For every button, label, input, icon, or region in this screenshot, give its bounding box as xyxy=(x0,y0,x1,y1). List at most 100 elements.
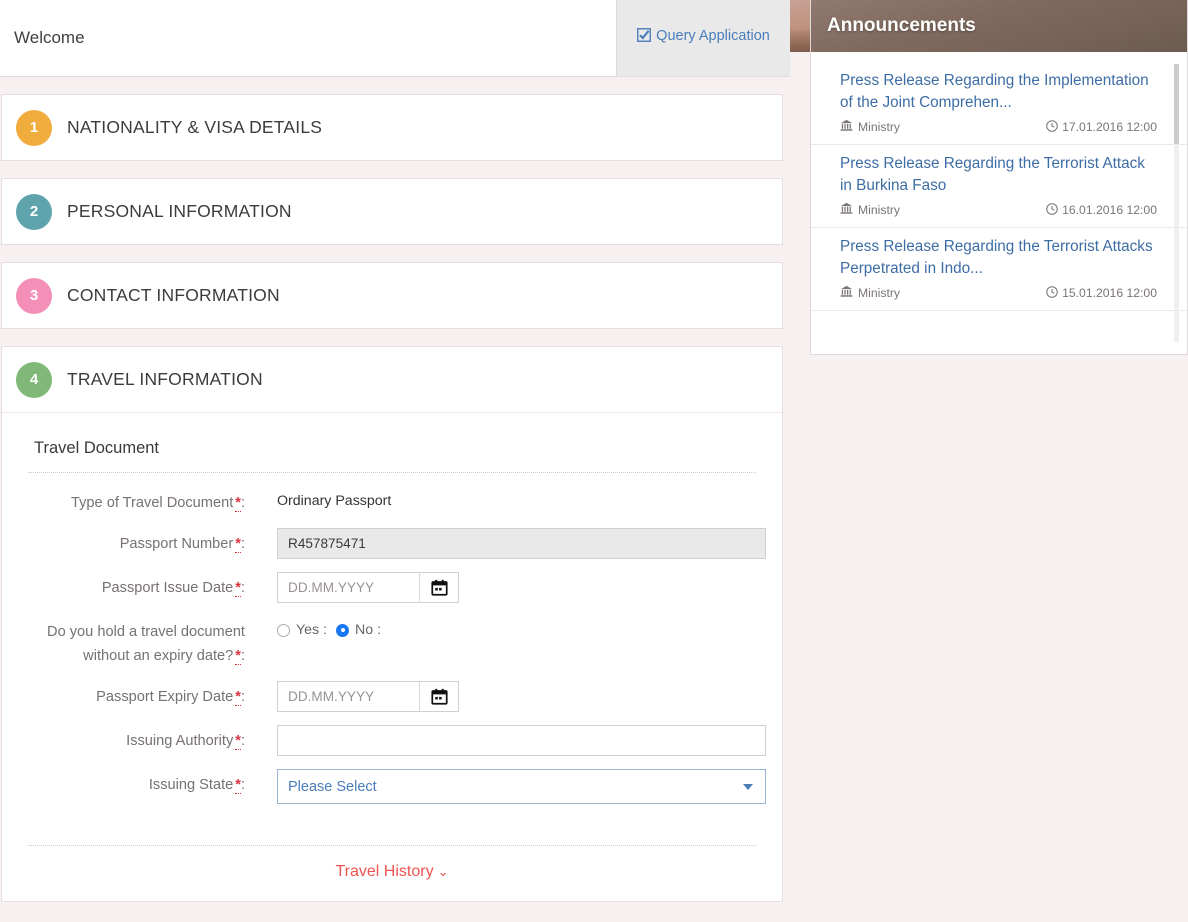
announcement-source-label: Ministry xyxy=(858,286,900,300)
main-content-column: Welcome Query Application 1 NATIONALITY … xyxy=(0,0,790,922)
section-title-4: TRAVEL INFORMATION xyxy=(67,369,263,389)
announcement-source: Ministry xyxy=(840,202,900,218)
section-title-3: CONTACT INFORMATION xyxy=(67,285,280,305)
issuing-authority-input[interactable] xyxy=(277,725,766,756)
welcome-bar: Welcome Query Application xyxy=(0,0,790,77)
travel-document-subtitle: Travel Document xyxy=(34,439,160,457)
label-colon: : xyxy=(240,733,245,749)
clock-icon xyxy=(1046,202,1058,218)
label-text: Issuing State xyxy=(148,777,234,793)
label-text-line-1: Do you hold a travel document xyxy=(47,624,245,640)
section-card-personal-information: 2 PERSONAL INFORMATION xyxy=(1,178,783,245)
label-type-of-travel-document: Type of Travel Document *: xyxy=(2,487,255,515)
announcement-source-label: Ministry xyxy=(858,203,900,217)
announcement-meta: Ministry 15.01.2016 12:00 xyxy=(840,285,1157,301)
radio-yes-label: Yes : xyxy=(296,622,328,638)
tab-query-application-label: Query Application xyxy=(656,28,770,44)
announcement-source-label: Ministry xyxy=(858,120,900,134)
travel-history-toggle[interactable]: Travel History ⌄ xyxy=(2,846,782,901)
field-issuing-state: Please Select xyxy=(255,769,782,804)
label-colon: : xyxy=(240,495,245,511)
section-header-nationality-visa-details[interactable]: 1 NATIONALITY & VISA DETAILS xyxy=(2,95,782,160)
announcement-date-label: 15.01.2016 12:00 xyxy=(1062,286,1157,300)
bank-icon xyxy=(840,285,853,301)
label-text: Passport Expiry Date xyxy=(96,689,234,705)
label-colon: : xyxy=(240,536,245,552)
field-row-passport-number: Passport Number *: xyxy=(2,528,782,559)
announcement-source: Ministry xyxy=(840,285,900,301)
field-row-issuing-state: Issuing State *: Please Select xyxy=(2,769,782,804)
clock-icon xyxy=(1046,285,1058,301)
section-number-badge-4: 4 xyxy=(16,361,52,398)
clock-icon xyxy=(1046,119,1058,135)
label-colon: : xyxy=(240,777,245,793)
label-text: Type of Travel Document xyxy=(71,495,234,511)
section-title-1: NATIONALITY & VISA DETAILS xyxy=(67,117,323,137)
section-header-travel-information[interactable]: 4 TRAVEL INFORMATION xyxy=(2,347,782,412)
section-number-badge-3: 3 xyxy=(16,277,52,314)
issuing-state-select[interactable]: Please Select xyxy=(277,769,766,804)
section-card-contact-information: 3 CONTACT INFORMATION xyxy=(1,262,783,329)
chevron-down-icon xyxy=(743,783,753,790)
date-input-group xyxy=(277,681,459,712)
field-row-type-of-travel-document: Type of Travel Document *: Ordinary Passp… xyxy=(2,487,782,515)
tab-query-application[interactable]: Query Application xyxy=(617,0,790,76)
section-card-travel-information: 4 TRAVEL INFORMATION Travel Document Typ… xyxy=(1,346,783,902)
field-row-issuing-authority: Issuing Authority *: xyxy=(2,725,782,756)
label-text: Passport Issue Date xyxy=(101,580,234,596)
announcements-panel: Announcements Press Release Regarding th… xyxy=(810,0,1188,355)
announcement-date: 16.01.2016 12:00 xyxy=(1046,202,1157,218)
field-passport-expiry-date xyxy=(255,681,782,712)
radio-yes[interactable] xyxy=(277,623,290,637)
label-colon: : xyxy=(240,580,245,596)
radio-no[interactable] xyxy=(336,623,350,637)
label-passport-number: Passport Number *: xyxy=(2,528,255,556)
field-passport-issue-date xyxy=(255,572,782,603)
accordion-sections: 1 NATIONALITY & VISA DETAILS 2 PERSONAL … xyxy=(0,94,790,902)
radio-no-label: No : xyxy=(355,622,382,638)
label-text: Issuing Authority xyxy=(126,733,234,749)
label-colon: : xyxy=(240,689,245,705)
application-page: Welcome Query Application 1 NATIONALITY … xyxy=(0,0,1188,922)
section-number-badge-1: 1 xyxy=(16,109,52,146)
issuing-state-selected-value: Please Select xyxy=(288,778,377,795)
page-title: Welcome xyxy=(0,0,617,76)
section-title-2: PERSONAL INFORMATION xyxy=(67,201,292,221)
announcements-list: Press Release Regarding the Implementati… xyxy=(811,52,1187,354)
announcement-source: Ministry xyxy=(840,119,900,135)
radio-group-no-expiry-date: Yes : No : xyxy=(277,616,782,638)
calendar-icon[interactable] xyxy=(419,572,459,603)
calendar-icon[interactable] xyxy=(419,681,459,712)
announcement-date-label: 17.01.2016 12:00 xyxy=(1062,120,1157,134)
announcement-title[interactable]: Press Release Regarding the Terrorist At… xyxy=(840,153,1157,196)
list-item: Press Release Regarding the Implementati… xyxy=(811,62,1187,145)
announcement-date: 17.01.2016 12:00 xyxy=(1046,119,1157,135)
field-no-expiry-date: Yes : No : xyxy=(255,616,782,638)
travel-document-form: Type of Travel Document *: Ordinary Passp… xyxy=(2,473,782,825)
announcements-title: Announcements xyxy=(827,15,976,36)
checked-box-icon xyxy=(637,28,652,44)
label-text-line-2-wrap: without an expiry date? *: xyxy=(2,644,245,668)
bank-icon xyxy=(840,119,853,135)
field-row-passport-expiry-date: Passport Expiry Date *: xyxy=(2,681,782,712)
announcement-date-label: 16.01.2016 12:00 xyxy=(1062,203,1157,217)
label-passport-issue-date: Passport Issue Date *: xyxy=(2,572,255,600)
announcements-scrollbar-thumb[interactable] xyxy=(1174,64,1179,144)
travel-history-label: Travel History xyxy=(335,863,434,880)
section-header-contact-information[interactable]: 3 CONTACT INFORMATION xyxy=(2,263,782,328)
label-issuing-authority: Issuing Authority *: xyxy=(2,725,255,753)
section-card-nationality-visa-details: 1 NATIONALITY & VISA DETAILS xyxy=(1,94,783,161)
label-text: Passport Number xyxy=(119,536,234,552)
label-no-expiry-date: Do you hold a travel document without an… xyxy=(2,616,255,668)
list-item: Press Release Regarding the Terrorist At… xyxy=(811,228,1187,311)
field-row-passport-issue-date: Passport Issue Date *: xyxy=(2,572,782,603)
announcement-title[interactable]: Press Release Regarding the Terrorist At… xyxy=(840,236,1157,279)
label-passport-expiry-date: Passport Expiry Date *: xyxy=(2,681,255,709)
passport-number-input[interactable] xyxy=(277,528,766,559)
announcement-title[interactable]: Press Release Regarding the Implementati… xyxy=(840,70,1157,113)
list-item: Press Release Regarding the Terrorist At… xyxy=(811,145,1187,228)
section-header-personal-information[interactable]: 2 PERSONAL INFORMATION xyxy=(2,179,782,244)
announcement-meta: Ministry 17.01.2016 12:00 xyxy=(840,119,1157,135)
value-type-of-travel-document: Ordinary Passport xyxy=(255,487,782,509)
sidebar-column: Announcements Press Release Regarding th… xyxy=(790,0,1188,922)
